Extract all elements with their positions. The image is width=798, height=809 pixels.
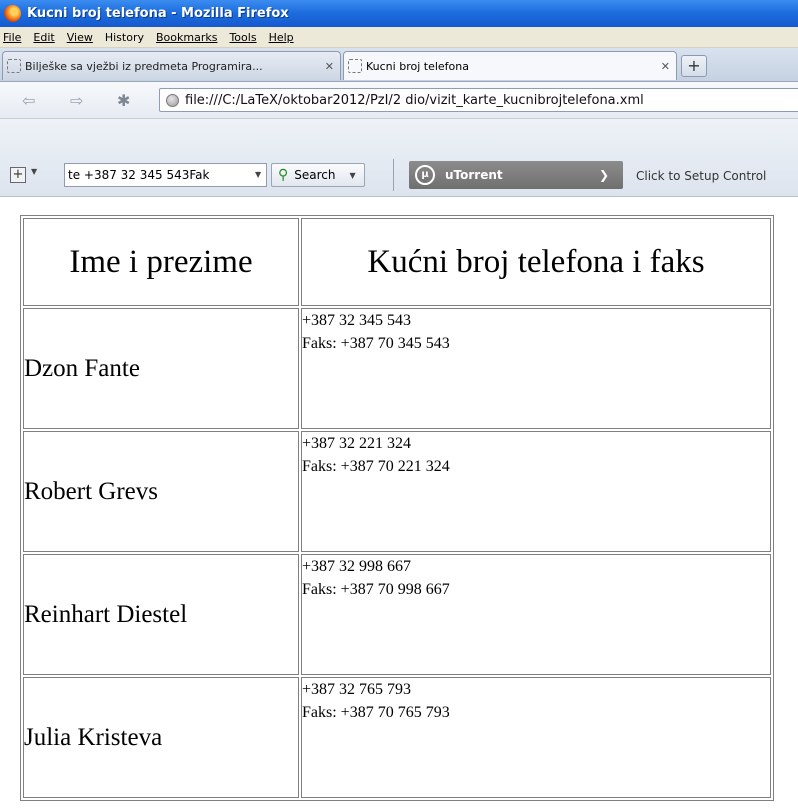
- tab-kucni-broj[interactable]: Kucni broj telefona ✕: [343, 51, 677, 80]
- phone-number: +387 32 998 667: [302, 558, 412, 575]
- search-input[interactable]: te +387 32 345 543Fak: [64, 163, 267, 187]
- plus-icon[interactable]: +: [10, 167, 26, 183]
- contacts-table: Ime i prezime Kućni broj telefona i faks…: [20, 215, 774, 801]
- table-header-row: Ime i prezime Kućni broj telefona i faks: [23, 218, 771, 306]
- fax-number: Faks: +387 70 221 324: [302, 458, 450, 475]
- table-row: Reinhart Diestel +387 32 998 667 Faks: +…: [23, 554, 771, 675]
- phone-number: +387 32 221 324: [302, 435, 412, 452]
- close-icon[interactable]: ✕: [661, 60, 670, 73]
- phone-number: +387 32 345 543: [302, 312, 412, 329]
- fax-number: Faks: +387 70 765 793: [302, 704, 450, 721]
- contact-phone-cell: +387 32 345 543 Faks: +387 70 345 543: [301, 308, 771, 429]
- toolbar-separator: [393, 159, 394, 191]
- menu-tools[interactable]: Tools: [225, 31, 264, 44]
- back-arrow-icon[interactable]: ⇦: [22, 91, 35, 110]
- navigation-bar: ⇦ ⇨ ✱ file:///C:/LaTeX/oktobar2012/PzI/2…: [0, 82, 798, 119]
- menu-bookmarks[interactable]: Bookmarks: [152, 31, 225, 44]
- tab-label: Kucni broj telefona: [366, 59, 469, 73]
- window-title-bar[interactable]: Kucni broj telefona - Mozilla Firefox: [0, 0, 798, 27]
- menu-file[interactable]: File: [0, 31, 29, 44]
- menu-history[interactable]: History: [101, 31, 152, 44]
- table-row: Robert Grevs +387 32 221 324 Faks: +387 …: [23, 431, 771, 552]
- page-favicon-icon: [7, 59, 21, 73]
- search-button[interactable]: ⚲ Search ▼: [271, 163, 365, 187]
- contact-name: Robert Grevs: [23, 431, 299, 552]
- tab-bar: Bilješke sa vježbi iz predmeta Programir…: [0, 48, 798, 82]
- menu-edit[interactable]: Edit: [29, 31, 62, 44]
- window-title: Kucni broj telefona - Mozilla Firefox: [27, 6, 289, 21]
- tab-biljeske[interactable]: Bilješke sa vježbi iz predmeta Programir…: [2, 51, 341, 80]
- phone-number: +387 32 765 793: [302, 681, 412, 698]
- utorrent-toolbar-button[interactable]: µ uTorrent ❯: [409, 161, 623, 189]
- contact-name: Dzon Fante: [23, 308, 299, 429]
- contact-name: Julia Kristeva: [23, 677, 299, 798]
- url-text: file:///C:/LaTeX/oktobar2012/PzI/2 dio/v…: [185, 92, 644, 108]
- chevron-down-icon: ❯: [598, 168, 609, 182]
- contact-phone-cell: +387 32 221 324 Faks: +387 70 221 324: [301, 431, 771, 552]
- table-row: Dzon Fante +387 32 345 543 Faks: +387 70…: [23, 308, 771, 429]
- search-dropdown-icon[interactable]: ▼: [255, 170, 261, 179]
- address-bar[interactable]: file:///C:/LaTeX/oktobar2012/PzI/2 dio/v…: [159, 88, 798, 112]
- forward-arrow-icon[interactable]: ⇨: [70, 91, 83, 110]
- firefox-logo-icon: [4, 5, 21, 22]
- dropdown-triangle-icon[interactable]: ▼: [31, 167, 37, 176]
- contact-phone-cell: +387 32 998 667 Faks: +387 70 998 667: [301, 554, 771, 675]
- column-header-phone: Kućni broj telefona i faks: [301, 218, 771, 306]
- search-toolbar: + ▼ te +387 32 345 543Fak ▼ ⚲ Search ▼ µ…: [0, 119, 798, 197]
- chevron-down-icon: ▼: [349, 170, 356, 180]
- new-tab-button[interactable]: +: [681, 55, 707, 77]
- contact-phone-cell: +387 32 765 793 Faks: +387 70 765 793: [301, 677, 771, 798]
- page-favicon-icon: [348, 59, 362, 73]
- magnifier-icon: ⚲: [278, 167, 289, 183]
- fax-number: Faks: +387 70 998 667: [302, 581, 450, 598]
- table-row: Julia Kristeva +387 32 765 793 Faks: +38…: [23, 677, 771, 798]
- globe-icon: [166, 93, 179, 107]
- menu-view[interactable]: View: [63, 31, 101, 44]
- menu-bar: File Edit View History Bookmarks Tools H…: [0, 27, 798, 48]
- close-icon[interactable]: ✕: [325, 60, 334, 73]
- addons-icon[interactable]: ✱: [117, 91, 130, 110]
- column-header-name: Ime i prezime: [23, 218, 299, 306]
- setup-control-link[interactable]: Click to Setup Control: [636, 169, 766, 183]
- tab-label: Bilješke sa vježbi iz predmeta Programir…: [25, 59, 263, 73]
- page-content: Ime i prezime Kućni broj telefona i faks…: [0, 197, 798, 809]
- menu-help[interactable]: Help: [265, 31, 302, 44]
- fax-number: Faks: +387 70 345 543: [302, 335, 450, 352]
- utorrent-logo-icon: µ: [415, 165, 435, 185]
- contact-name: Reinhart Diestel: [23, 554, 299, 675]
